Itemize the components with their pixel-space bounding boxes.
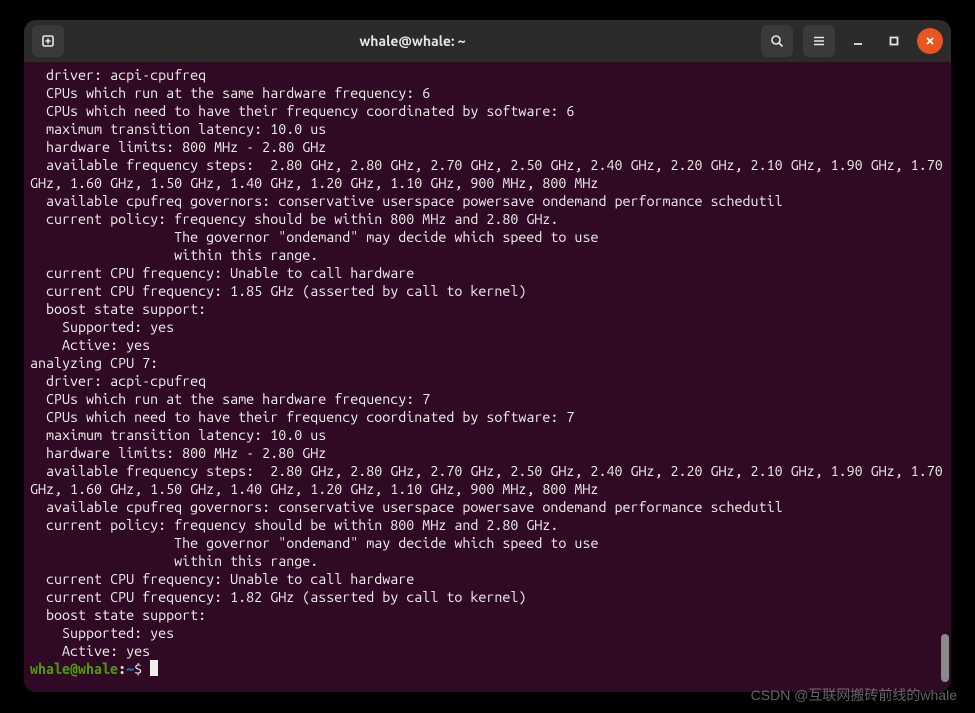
prompt-user-host: whale@whale bbox=[30, 661, 118, 677]
watermark: CSDN @互联网搬砖前线的whale bbox=[751, 685, 957, 705]
terminal-body[interactable]: driver: acpi-cpufreq CPUs which run at t… bbox=[24, 62, 951, 692]
maximize-button[interactable] bbox=[881, 28, 907, 54]
menu-button[interactable] bbox=[803, 25, 835, 57]
search-button[interactable] bbox=[761, 25, 793, 57]
minimize-button[interactable] bbox=[845, 28, 871, 54]
terminal-output: driver: acpi-cpufreq CPUs which run at t… bbox=[30, 67, 951, 659]
prompt-path: ~ bbox=[126, 661, 134, 677]
titlebar: whale@whale: ~ bbox=[24, 20, 951, 62]
terminal-window: whale@whale: ~ driver: acpi-cpufreq CPUs… bbox=[24, 20, 951, 692]
prompt-dollar: $ bbox=[134, 661, 150, 677]
text-cursor bbox=[150, 660, 158, 676]
new-tab-button[interactable] bbox=[32, 25, 64, 57]
close-button[interactable] bbox=[917, 28, 943, 54]
scrollbar[interactable] bbox=[941, 64, 949, 684]
prompt-colon: : bbox=[118, 661, 126, 677]
window-title: whale@whale: ~ bbox=[64, 33, 761, 49]
scrollbar-thumb[interactable] bbox=[941, 634, 949, 682]
